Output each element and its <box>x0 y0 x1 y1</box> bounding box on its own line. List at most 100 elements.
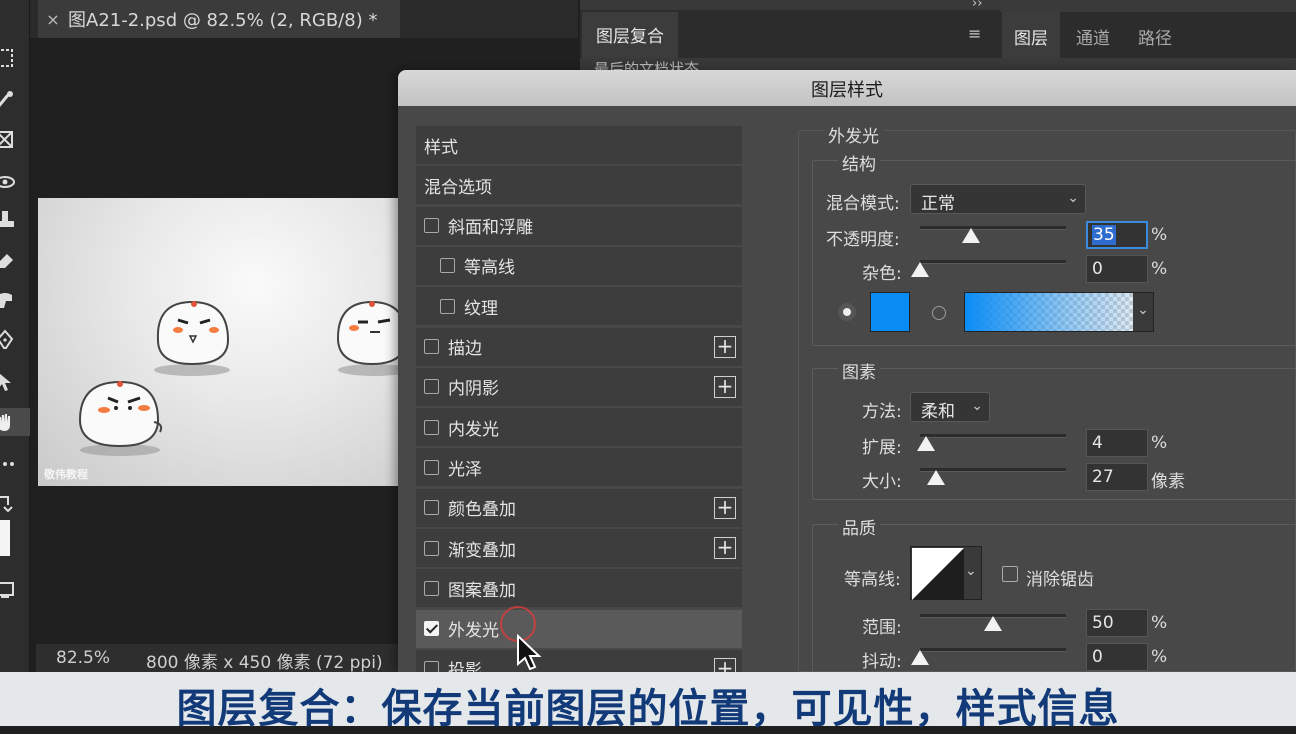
style-checkbox[interactable] <box>440 258 455 274</box>
range-input[interactable]: 50 <box>1086 609 1148 637</box>
tab-paths[interactable]: 路径 <box>1124 12 1186 58</box>
style-item-label: 混合选项 <box>424 177 492 198</box>
eye-tool-icon[interactable] <box>0 168 30 196</box>
noise-label: 杂色: <box>862 264 902 284</box>
solid-color-radio[interactable] <box>838 303 856 321</box>
quick-select-tool-icon[interactable] <box>0 86 30 114</box>
tab-layer-comps[interactable]: 图层复合 <box>582 12 678 58</box>
noise-slider-thumb[interactable] <box>911 262 929 277</box>
style-checkbox[interactable] <box>424 621 439 637</box>
style-item[interactable]: 样式 <box>416 126 742 164</box>
zoom-readout[interactable]: 82.5% <box>56 648 110 668</box>
style-checkbox[interactable] <box>424 339 439 354</box>
style-item[interactable]: 等高线 <box>416 246 742 285</box>
noise-slider-track[interactable] <box>920 260 1066 264</box>
tab-channels[interactable]: 通道 <box>1062 12 1124 58</box>
jitter-slider-track[interactable] <box>920 648 1066 652</box>
style-item[interactable]: 内发光 <box>416 408 742 447</box>
stamp-tool-icon[interactable] <box>0 206 30 234</box>
style-item[interactable]: 混合选项 <box>416 166 742 205</box>
add-style-icon[interactable]: + <box>714 496 736 519</box>
style-item-label: 样式 <box>424 137 458 158</box>
jitter-input[interactable]: 0 <box>1086 643 1148 671</box>
style-checkbox[interactable] <box>424 419 439 435</box>
style-list: 样式混合选项斜面和浮雕 等高线 纹理 描边 + 内阴影 + 内发光光泽 颜色叠加 + 渐变叠加 + 图案… <box>416 126 744 672</box>
style-checkbox[interactable] <box>424 379 439 395</box>
close-document-icon[interactable]: × <box>38 10 68 29</box>
size-input[interactable]: 27 <box>1086 463 1148 491</box>
contour-picker[interactable]: ⌄ <box>910 546 982 600</box>
antialias-checkbox[interactable] <box>1002 566 1018 582</box>
opacity-slider-thumb[interactable] <box>962 228 981 243</box>
blend-mode-select[interactable]: 正常 ⌄ <box>910 184 1086 214</box>
style-item[interactable]: 外发光 <box>416 609 742 648</box>
add-style-icon[interactable]: + <box>714 537 736 559</box>
style-item-label: 投影 <box>448 661 482 672</box>
noise-input[interactable]: 0 <box>1086 255 1148 283</box>
style-item[interactable]: 渐变叠加 + <box>416 529 742 567</box>
frame-tool-icon[interactable] <box>0 126 30 154</box>
document-title: 图A21-2.psd @ 82.5% (2, RGB/8) * <box>68 10 378 31</box>
tab-layers[interactable]: 图层 <box>1002 12 1060 58</box>
technique-select[interactable]: 柔和 ⌄ <box>910 392 990 422</box>
add-style-icon[interactable]: + <box>714 335 736 358</box>
style-item[interactable]: 纹理 <box>416 287 742 326</box>
add-style-icon[interactable]: + <box>714 375 736 398</box>
style-item[interactable]: 斜面和浮雕 <box>416 206 742 245</box>
opacity-slider-track[interactable] <box>920 226 1066 230</box>
range-slider-thumb[interactable] <box>984 616 1002 631</box>
style-checkbox[interactable] <box>440 298 455 314</box>
style-item[interactable]: 光泽 <box>416 448 742 487</box>
jitter-label: 抖动: <box>862 652 902 672</box>
style-item-label: 外发光 <box>448 621 499 642</box>
spread-label: 扩展: <box>862 438 902 458</box>
glow-color-swatch[interactable] <box>870 292 910 332</box>
style-checkbox[interactable] <box>424 218 439 234</box>
style-item[interactable]: 颜色叠加 + <box>416 488 742 527</box>
document-info[interactable]: 800 像素 x 450 像素 (72 ppi) <box>146 648 383 673</box>
subtitle-text: 图层复合：保存当前图层的位置，可见性，样式信息 <box>176 686 1120 732</box>
screen-mode-icon[interactable] <box>0 576 30 604</box>
style-checkbox[interactable] <box>424 500 439 516</box>
range-label: 范围: <box>862 618 902 638</box>
more-tools-icon[interactable] <box>0 450 30 478</box>
foreground-color-swatch[interactable] <box>0 520 10 556</box>
pen-tool-icon[interactable] <box>0 326 30 354</box>
style-checkbox[interactable] <box>424 540 439 556</box>
gradient-picker-chevron-icon[interactable]: ⌄ <box>1133 293 1153 331</box>
spread-input[interactable]: 4 <box>1086 429 1148 457</box>
spread-slider-track[interactable] <box>920 434 1066 438</box>
noise-unit: % <box>1151 259 1168 279</box>
gradient-radio[interactable] <box>932 306 946 320</box>
style-checkbox[interactable] <box>424 459 439 475</box>
style-item-label: 图案叠加 <box>448 580 516 601</box>
gradient-swatch[interactable]: ⌄ <box>964 292 1154 332</box>
swap-colors-icon[interactable] <box>0 488 30 516</box>
document-tab[interactable]: × 图A21-2.psd @ 82.5% (2, RGB/8) * <box>38 0 400 38</box>
antialias-label: 消除锯齿 <box>1026 570 1094 590</box>
size-slider-thumb[interactable] <box>927 470 946 485</box>
marquee-tool-icon[interactable] <box>0 44 30 72</box>
smudge-tool-icon[interactable] <box>0 286 30 314</box>
style-item[interactable]: 描边 + <box>416 327 742 366</box>
style-item-label: 内发光 <box>448 419 499 440</box>
style-checkbox[interactable] <box>424 661 439 672</box>
style-item-label: 内阴影 <box>448 379 499 400</box>
document-canvas[interactable]: 敬伟教程 <box>38 198 400 486</box>
style-item[interactable]: 投影 + <box>416 649 742 672</box>
add-style-icon[interactable]: + <box>714 657 736 672</box>
jitter-slider-thumb[interactable] <box>911 650 929 665</box>
panel-menu-icon[interactable]: ≡ <box>968 24 981 43</box>
style-item[interactable]: 内阴影 + <box>416 367 742 406</box>
expand-panels-icon[interactable]: ›› <box>972 0 982 11</box>
eraser-tool-icon[interactable] <box>0 246 30 274</box>
chevron-down-icon: ⌄ <box>971 398 983 414</box>
style-item[interactable]: 图案叠加 <box>416 569 742 608</box>
opacity-unit: % <box>1151 225 1168 245</box>
jitter-unit: % <box>1151 647 1168 667</box>
style-checkbox[interactable] <box>424 580 439 596</box>
opacity-input[interactable]: 35 <box>1086 221 1148 249</box>
hand-tool-icon[interactable] <box>0 408 30 436</box>
spread-slider-thumb[interactable] <box>916 436 935 451</box>
path-select-tool-icon[interactable] <box>0 368 30 396</box>
